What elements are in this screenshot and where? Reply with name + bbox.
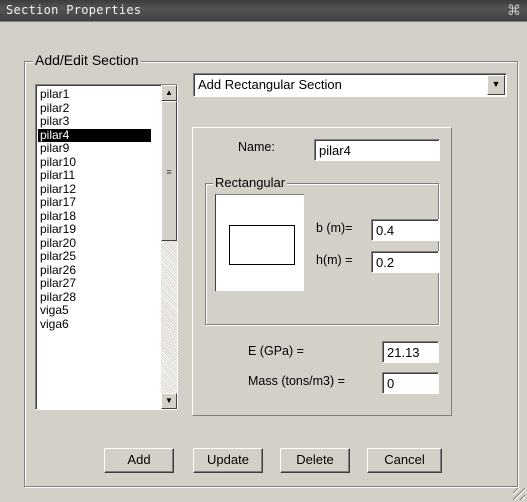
list-item[interactable]: pilar10 [38, 155, 151, 170]
b-field-value: 0.4 [376, 223, 395, 238]
section-type-value: Add Rectangular Section [198, 77, 342, 92]
resize-grip[interactable] [513, 488, 525, 500]
mass-field-value: 0 [387, 376, 395, 391]
e-field-value: 21.13 [387, 345, 420, 360]
rectangle-shape [229, 225, 295, 265]
e-field[interactable]: 21.13 [382, 341, 439, 363]
scrollbar-thumb[interactable]: ≡ [161, 101, 177, 241]
arrow-up-icon[interactable]: ▲ [161, 85, 177, 101]
chevron-down-icon[interactable]: ▼ [487, 75, 505, 95]
e-label: E (GPa) = [248, 344, 304, 358]
name-field[interactable]: pilar4 [314, 139, 440, 161]
h-label: h(m) = [316, 253, 353, 267]
list-item[interactable]: pilar18 [38, 209, 151, 224]
add-edit-section-label: Add/Edit Section [33, 52, 141, 68]
list-item[interactable]: pilar3 [38, 114, 151, 129]
rectangular-group-label: Rectangular [213, 175, 288, 190]
delete-button[interactable]: Delete [280, 448, 350, 473]
update-button[interactable]: Update [193, 448, 263, 473]
arrow-down-icon[interactable]: ▼ [161, 393, 177, 409]
b-field[interactable]: 0.4 [371, 219, 439, 241]
sections-list-items: pilar1 pilar2 pilar3 pilar4 pilar9 pilar10 pil… [38, 87, 151, 332]
list-item[interactable]: pilar17 [38, 195, 151, 210]
add-button[interactable]: Add [104, 448, 174, 473]
list-scrollbar[interactable]: ▲ ≡ ▼ [161, 85, 177, 409]
list-item[interactable]: pilar28 [38, 290, 151, 305]
list-item[interactable]: viga6 [38, 317, 151, 332]
title-bar[interactable]: Section Properties ⌘ [0, 0, 527, 22]
cancel-button[interactable]: Cancel [367, 448, 442, 473]
list-item[interactable]: pilar1 [38, 87, 151, 102]
h-field[interactable]: 0.2 [371, 251, 439, 273]
list-item[interactable]: pilar4 [38, 128, 151, 142]
list-item[interactable]: pilar19 [38, 222, 151, 237]
list-item[interactable]: pilar9 [38, 141, 151, 156]
list-item[interactable]: pilar2 [38, 101, 151, 116]
list-item[interactable]: viga5 [38, 303, 151, 318]
list-item[interactable]: pilar12 [38, 182, 151, 197]
list-item[interactable]: pilar11 [38, 168, 151, 183]
list-item[interactable]: pilar26 [38, 263, 151, 278]
sections-listbox[interactable]: pilar1 pilar2 pilar3 pilar4 pilar9 pilar10 pil… [35, 84, 178, 410]
list-item[interactable]: pilar25 [38, 249, 151, 264]
list-item[interactable]: pilar20 [38, 236, 151, 251]
section-type-dropdown[interactable]: Add Rectangular Section ▼ [193, 73, 507, 97]
mass-field[interactable]: 0 [382, 372, 439, 394]
name-field-value: pilar4 [319, 143, 351, 158]
window-title: Section Properties [6, 3, 142, 17]
list-item[interactable]: pilar27 [38, 276, 151, 291]
name-label: Name: [238, 140, 275, 154]
b-label: b (m)= [316, 221, 353, 235]
mass-label: Mass (tons/m3) = [248, 374, 345, 388]
h-field-value: 0.2 [376, 255, 395, 270]
section-properties-dialog: Section Properties ⌘ Add/Edit Section pi… [0, 0, 527, 502]
close-icon[interactable]: ⌘ [507, 2, 521, 19]
